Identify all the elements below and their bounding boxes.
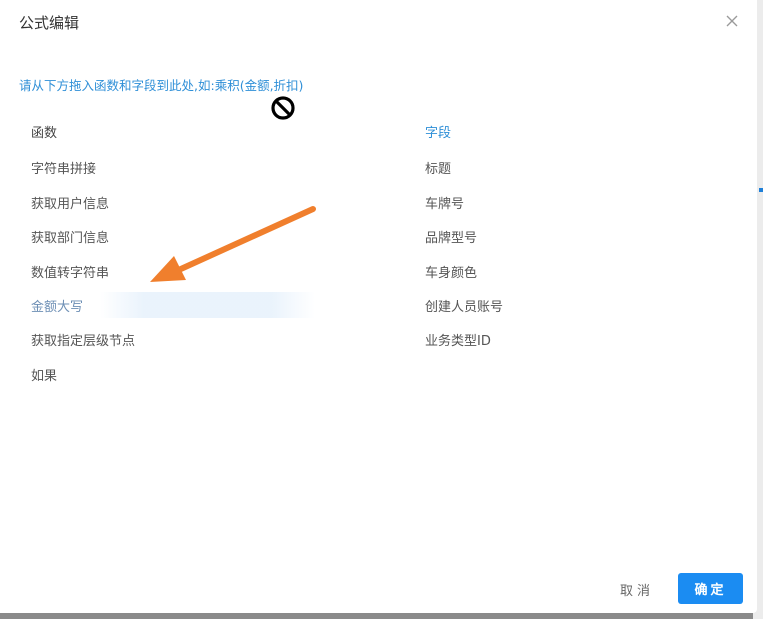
function-item[interactable]: 获取部门信息 [31, 227, 109, 246]
close-icon [726, 15, 738, 27]
field-item[interactable]: 标题 [425, 158, 451, 177]
function-item[interactable]: 数值转字符串 [31, 262, 109, 281]
field-item[interactable]: 品牌型号 [425, 227, 477, 246]
dialog-title: 公式编辑 [19, 14, 80, 32]
field-item[interactable]: 创建人员账号 [425, 296, 503, 315]
field-item[interactable]: 业务类型ID [425, 330, 491, 349]
formula-edit-dialog: 公式编辑 请从下方拖入函数和字段到此处,如:乘积(金额,折扣) 函数 字段 字符… [0, 0, 757, 613]
function-item[interactable]: 字符串拼接 [31, 158, 96, 177]
cancel-button[interactable]: 取消 [620, 580, 654, 599]
field-item[interactable]: 车牌号 [425, 193, 464, 212]
hint-example: 乘积(金额,折扣) [214, 78, 304, 93]
arrow-annotation [150, 206, 316, 282]
functions-header: 函数 [31, 126, 58, 141]
field-item[interactable]: 车身颜色 [425, 262, 477, 281]
backdrop-accent [759, 188, 763, 192]
fields-header: 字段 [425, 126, 452, 141]
formula-drop-zone[interactable]: 请从下方拖入函数和字段到此处,如:乘积(金额,折扣) [19, 75, 303, 94]
close-button[interactable] [721, 10, 743, 32]
function-item[interactable]: 获取用户信息 [31, 193, 109, 212]
hint-text: 请从下方拖入函数和字段到此处,如: [19, 78, 215, 93]
function-item-dragging[interactable]: 金额大写 [31, 296, 83, 315]
drag-ghost [100, 292, 315, 318]
function-item[interactable]: 获取指定层级节点 [31, 330, 135, 349]
confirm-button[interactable]: 确定 [678, 573, 743, 604]
no-drop-cursor-icon [271, 96, 295, 120]
function-item[interactable]: 如果 [31, 365, 57, 384]
